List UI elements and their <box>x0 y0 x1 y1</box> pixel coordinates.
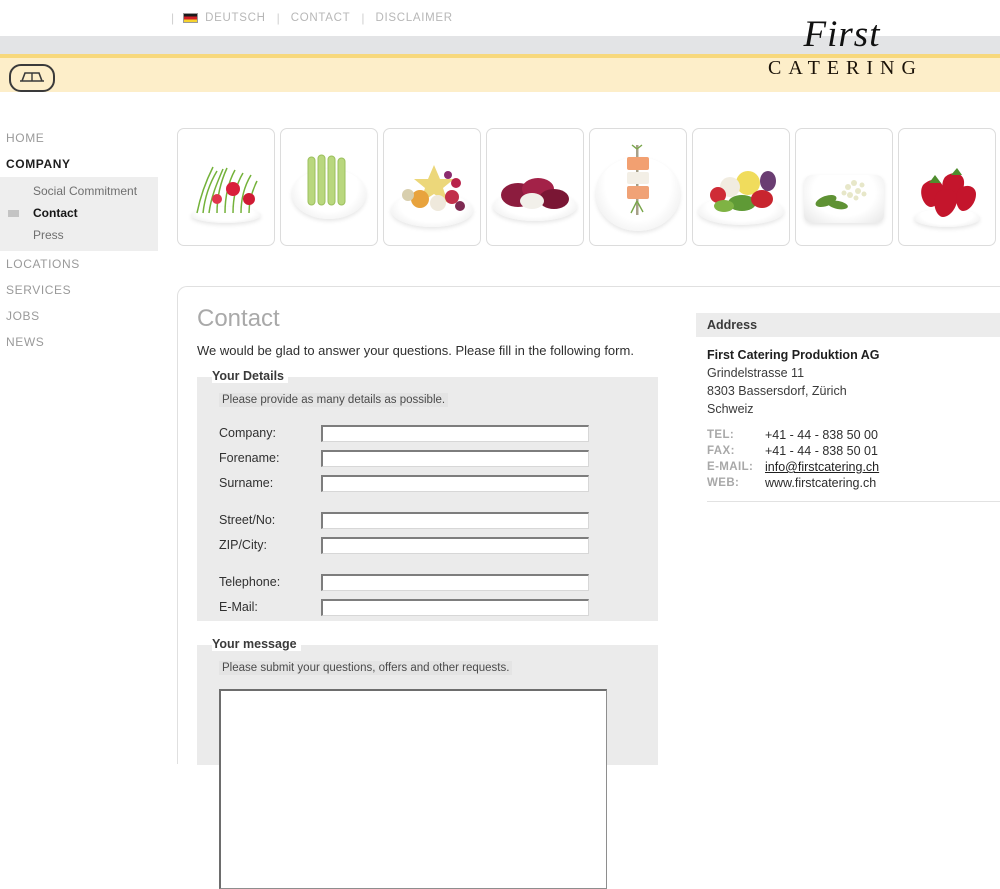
sidebar-submenu-company: Social Commitment Contact Press <box>0 177 158 251</box>
address-row-email: E-MAIL: info@firstcatering.ch <box>707 459 1000 475</box>
sidebar-item-company[interactable]: COMPANY <box>0 151 158 177</box>
topnav-item-disclaimer[interactable]: DISCLAIMER <box>376 12 453 24</box>
gallery-thumb-chives-and-radishes[interactable] <box>177 128 275 246</box>
form-row-company: Company: <box>219 421 639 445</box>
page-title: Contact <box>197 305 280 332</box>
gallery-thumb-salmon-skewer[interactable] <box>589 128 687 246</box>
label-street: Street/No: <box>219 513 276 527</box>
label-forename: Forename: <box>219 451 280 465</box>
form-row-surname: Surname: <box>219 471 639 495</box>
input-message[interactable] <box>219 689 607 889</box>
address-company: First Catering Produktion AG <box>707 348 880 362</box>
address-value-fax: +41 - 44 - 838 50 01 <box>765 444 878 458</box>
your-message-hint: Please submit your questions, offers and… <box>219 661 513 675</box>
form-row-telephone: Telephone: <box>219 570 639 594</box>
sidebar-subitem-contact[interactable]: Contact <box>0 202 158 224</box>
input-street[interactable] <box>321 511 589 529</box>
nav-separator: | <box>361 11 365 25</box>
address-heading: Address <box>696 313 1000 337</box>
input-telephone[interactable] <box>321 573 589 591</box>
sidebar-item-locations[interactable]: LOCATIONS <box>0 251 158 277</box>
address-key-email: E-MAIL: <box>707 461 754 473</box>
address-contacts: TEL: +41 - 44 - 838 50 00 FAX: +41 - 44 … <box>707 427 1000 491</box>
address-row-fax: FAX: +41 - 44 - 838 50 01 <box>707 443 1000 459</box>
gallery-thumb-mixed-vegetables[interactable] <box>692 128 790 246</box>
address-row-web: WEB: www.firstcatering.ch <box>707 475 1000 491</box>
sidebar-nav: HOME COMPANY Social Commitment Contact P… <box>0 125 158 355</box>
address-value-tel: +41 - 44 - 838 50 00 <box>765 428 878 442</box>
your-details-fieldset: Your Details Please provide as many deta… <box>197 369 658 621</box>
address-key-web: WEB: <box>707 477 740 489</box>
gallery-thumb-elderflower-and-rocket[interactable] <box>795 128 893 246</box>
language-switch-deutsch[interactable]: DEUTSCH <box>183 12 266 24</box>
sidebar-item-jobs[interactable]: JOBS <box>0 303 158 329</box>
gallery-thumb-fruit-and-flower-salad[interactable] <box>383 128 481 246</box>
form-row-forename: Forename: <box>219 446 639 470</box>
input-email[interactable] <box>321 598 589 616</box>
form-row-email: E-Mail: <box>219 595 639 619</box>
site-logo[interactable]: First CATERING <box>692 16 992 82</box>
sidebar-subitem-press[interactable]: Press <box>0 224 158 246</box>
serving-dish-icon[interactable] <box>9 64 55 92</box>
gallery-thumb-green-asparagus[interactable] <box>280 128 378 246</box>
gallery-thumb-radicchio-leaves[interactable] <box>486 128 584 246</box>
input-company[interactable] <box>321 424 589 442</box>
address-key-tel: TEL: <box>707 429 735 441</box>
sidebar-item-news[interactable]: NEWS <box>0 329 158 355</box>
address-key-fax: FAX: <box>707 445 735 457</box>
your-details-legend: Your Details <box>212 369 289 383</box>
sidebar-item-home[interactable]: HOME <box>0 125 158 151</box>
form-row-zip-city: ZIP/City: <box>219 533 639 557</box>
sidebar-subitem-contact-label: Contact <box>33 206 78 220</box>
address-country: Schweiz <box>707 402 754 416</box>
german-flag-icon <box>183 13 199 23</box>
label-zip-city: ZIP/City: <box>219 538 267 552</box>
address-body: First Catering Produktion AG Grindelstra… <box>696 337 1000 502</box>
address-row-tel: TEL: +41 - 44 - 838 50 00 <box>707 427 1000 443</box>
address-value-email[interactable]: info@firstcatering.ch <box>765 459 879 475</box>
sidebar-subitem-social-commitment[interactable]: Social Commitment <box>0 180 158 202</box>
your-message-legend: Your message <box>212 637 301 651</box>
topnav-item-contact[interactable]: CONTACT <box>291 12 351 24</box>
address-divider <box>707 501 1000 502</box>
your-details-hint: Please provide as many details as possib… <box>219 393 449 407</box>
address-city: 8303 Bassersdorf, Zürich <box>707 384 847 398</box>
sidebar-item-services[interactable]: SERVICES <box>0 277 158 303</box>
address-value-web[interactable]: www.firstcatering.ch <box>765 475 876 491</box>
nav-separator: | <box>276 11 280 25</box>
label-company: Company: <box>219 426 276 440</box>
nav-separator: | <box>171 11 175 25</box>
logo-script-word: First <box>803 14 881 55</box>
language-switch-label: DEUTSCH <box>205 12 266 24</box>
intro-text: We would be glad to answer your question… <box>197 343 634 358</box>
label-surname: Surname: <box>219 476 274 490</box>
label-telephone: Telephone: <box>219 575 281 589</box>
form-row-street: Street/No: <box>219 508 639 532</box>
address-street: Grindelstrasse 11 <box>707 366 805 380</box>
input-zip-city[interactable] <box>321 536 589 554</box>
active-marker-icon <box>8 210 19 217</box>
your-message-fieldset: Your message Please submit your question… <box>197 637 658 889</box>
food-gallery-strip <box>177 128 996 246</box>
content-panel: Contact We would be glad to answer your … <box>177 286 1000 889</box>
input-forename[interactable] <box>321 449 589 467</box>
address-box: Address First Catering Produktion AG Gri… <box>696 313 1000 502</box>
gallery-thumb-strawberries[interactable] <box>898 128 996 246</box>
input-surname[interactable] <box>321 474 589 492</box>
logo-caps-word: CATERING <box>768 57 923 79</box>
label-email: E-Mail: <box>219 600 258 614</box>
